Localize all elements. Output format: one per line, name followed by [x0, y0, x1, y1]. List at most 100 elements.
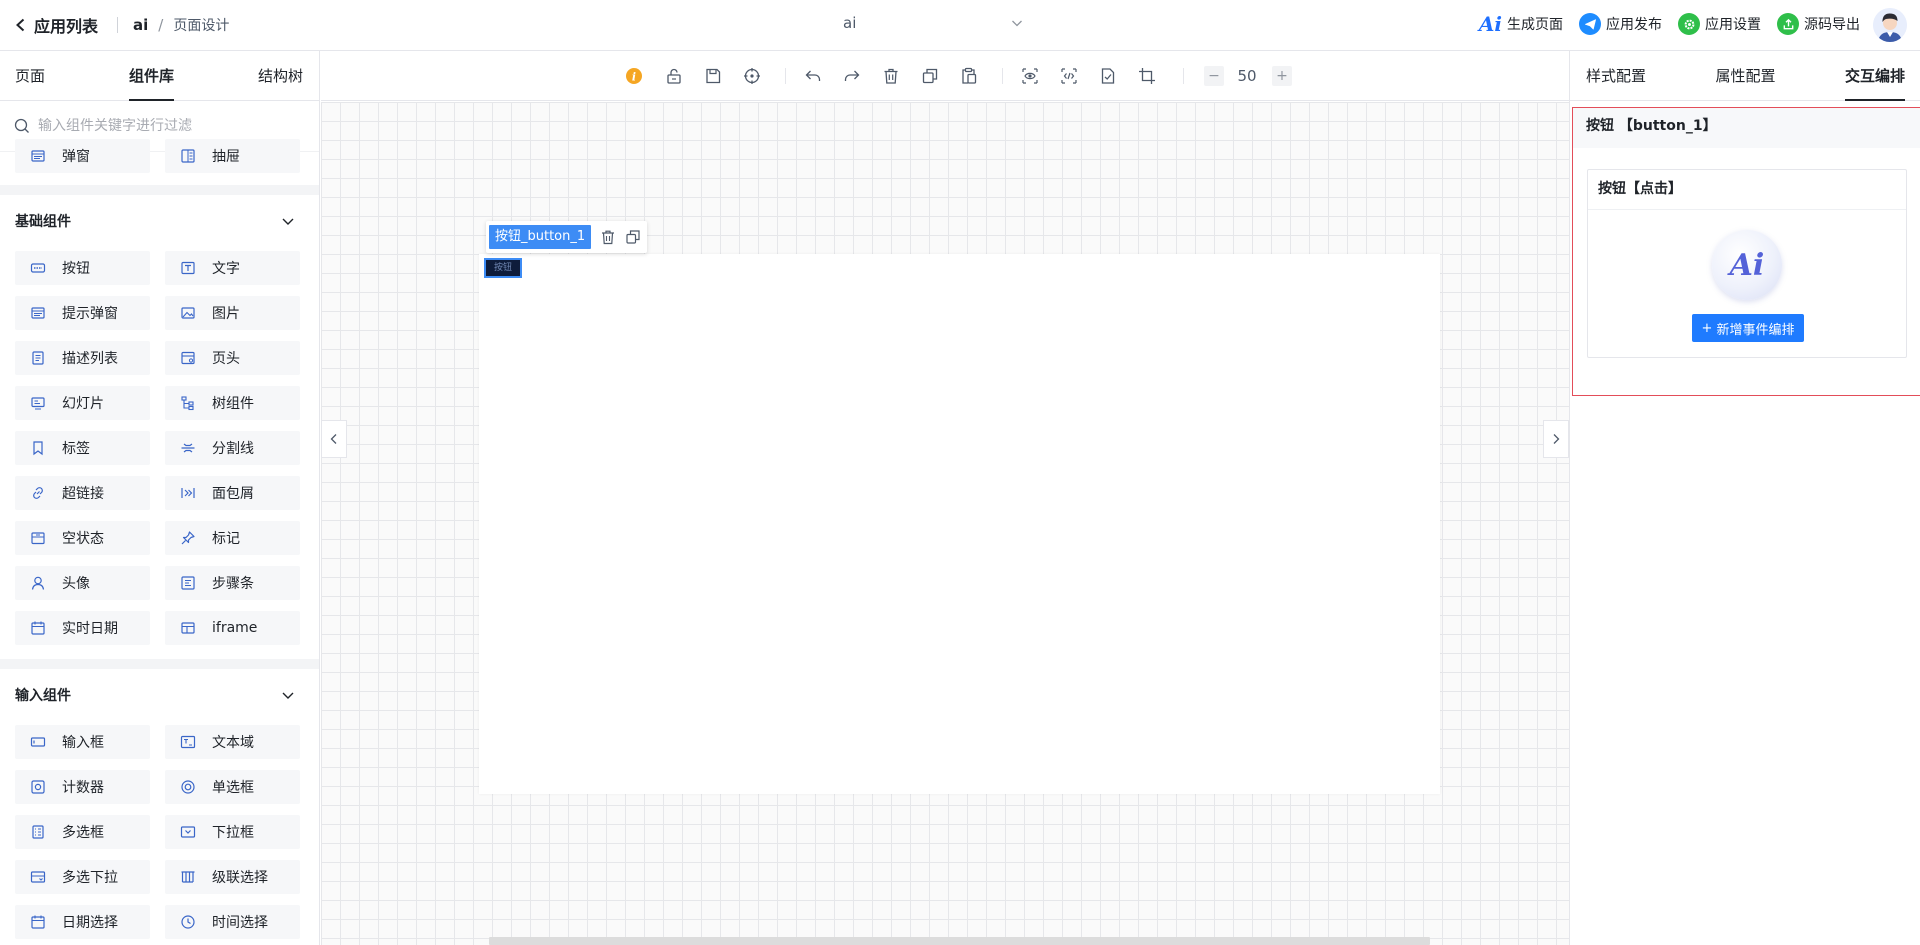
breadcrumb-app[interactable]: ai — [133, 16, 148, 34]
component-description-list[interactable]: 描述列表 — [15, 341, 150, 375]
radio-icon — [179, 778, 197, 796]
component-time-picker[interactable]: 时间选择 — [165, 905, 300, 939]
event-title: 按钮【点击】 — [1588, 170, 1906, 210]
delete-button[interactable] — [880, 65, 902, 87]
selected-component-label[interactable]: 按钮_button_1 — [489, 225, 592, 249]
artboard[interactable] — [479, 254, 1440, 794]
component-slides[interactable]: 幻灯片 — [15, 386, 150, 420]
tab-style-config[interactable]: 样式配置 — [1586, 51, 1646, 101]
publish-app-button[interactable]: 应用发布 — [1579, 13, 1662, 35]
component-label: 下拉框 — [212, 825, 254, 841]
editor-toolbar: i − 50 + — [321, 51, 1569, 101]
tab-interaction-orchestration[interactable]: 交互编排 — [1844, 51, 1905, 101]
component-checkbox[interactable]: 多选框 — [15, 815, 150, 849]
group-input-components[interactable]: 输入组件 — [0, 659, 319, 721]
component-counter[interactable]: 计数器 — [15, 770, 150, 804]
component-iframe[interactable]: iframe — [165, 611, 300, 645]
multi-select-icon — [29, 868, 47, 886]
component-steps[interactable]: 步骤条 — [165, 566, 300, 600]
button-icon — [29, 259, 47, 277]
tab-components[interactable]: 组件库 — [128, 51, 175, 101]
component-divider[interactable]: 分割线 — [165, 431, 300, 465]
publish-app-label: 应用发布 — [1606, 17, 1662, 33]
info-button[interactable]: i — [623, 65, 645, 87]
component-button[interactable]: 按钮 — [15, 251, 150, 285]
back-label: 应用列表 — [34, 17, 99, 36]
iframe-icon — [179, 619, 197, 637]
save-icon — [706, 68, 721, 84]
app-select-value: ai — [843, 14, 857, 32]
component-textarea[interactable]: 文本域 — [165, 725, 300, 759]
zoom-out-button[interactable]: − — [1204, 66, 1224, 86]
component-label: 单选框 — [212, 780, 254, 796]
target-button[interactable] — [741, 65, 763, 87]
preview-button[interactable] — [1019, 65, 1041, 87]
component-alert-modal[interactable]: 提示弹窗 — [15, 296, 150, 330]
component-realtime-date[interactable]: 实时日期 — [15, 611, 150, 645]
save-button[interactable] — [702, 65, 724, 87]
unlock-button[interactable] — [663, 65, 685, 87]
app-settings-button[interactable]: 应用设置 — [1678, 13, 1761, 35]
crop-button[interactable] — [1136, 65, 1158, 87]
eye-icon — [1022, 68, 1038, 84]
component-tree[interactable]: 树组件 — [165, 386, 300, 420]
drawer-icon — [179, 147, 197, 165]
textarea-icon — [179, 733, 197, 751]
tab-structure-tree[interactable]: 结构树 — [258, 51, 303, 101]
copy-button[interactable] — [919, 65, 941, 87]
component-select[interactable]: 下拉框 — [165, 815, 300, 849]
tab-pages[interactable]: 页面 — [15, 51, 45, 101]
component-multi-select[interactable]: 多选下拉 — [15, 860, 150, 894]
component-search-input[interactable] — [38, 118, 298, 134]
paste-button[interactable] — [958, 65, 980, 87]
trash-icon[interactable] — [600, 229, 616, 245]
user-avatar[interactable] — [1873, 8, 1907, 42]
design-canvas[interactable]: 按钮_button_1 按钮 — [321, 102, 1569, 945]
component-label: 多选框 — [62, 825, 104, 841]
text-icon — [179, 259, 197, 277]
add-event-orchestration-button[interactable]: + 新增事件编排 — [1692, 314, 1804, 342]
component-page-header[interactable]: 页头 — [165, 341, 300, 375]
app-select[interactable]: ai — [843, 14, 1023, 32]
description-list-icon — [29, 349, 47, 367]
component-breadcrumb[interactable]: 面包屑 — [165, 476, 300, 510]
component-pin[interactable]: 标记 — [165, 521, 300, 555]
selected-button-component[interactable]: 按钮 — [484, 258, 522, 278]
component-avatar[interactable]: 头像 — [15, 566, 150, 600]
component-modal[interactable]: 弹窗 — [15, 139, 150, 173]
component-cascader[interactable]: 级联选择 — [165, 860, 300, 894]
code-view-button[interactable] — [1058, 65, 1080, 87]
checkbox-icon — [29, 823, 47, 841]
top-items: 弹窗 抽屉 — [0, 139, 319, 173]
group-basic-components[interactable]: 基础组件 — [0, 185, 319, 247]
export-source-button[interactable]: 源码导出 — [1777, 13, 1860, 35]
component-tag[interactable]: 标签 — [15, 431, 150, 465]
component-date-picker[interactable]: 日期选择 — [15, 905, 150, 939]
component-link[interactable]: 超链接 — [15, 476, 150, 510]
left-tabs: 页面 组件库 结构树 — [0, 51, 319, 101]
check-button[interactable] — [1097, 65, 1119, 87]
redo-button[interactable] — [841, 65, 863, 87]
undo-button[interactable] — [802, 65, 824, 87]
back-to-app-list[interactable]: 应用列表 — [14, 13, 98, 37]
component-empty[interactable]: 空状态 — [15, 521, 150, 555]
collapse-left-button[interactable] — [321, 420, 347, 458]
ai-icon: Ai — [1478, 12, 1502, 36]
send-icon — [1579, 13, 1601, 35]
code-icon — [1061, 68, 1077, 84]
component-drawer[interactable]: 抽屉 — [165, 139, 300, 173]
component-text[interactable]: 文字 — [165, 251, 300, 285]
tab-property-config[interactable]: 属性配置 — [1715, 51, 1775, 101]
component-image[interactable]: 图片 — [165, 296, 300, 330]
component-radio[interactable]: 单选框 — [165, 770, 300, 804]
zoom-in-button[interactable]: + — [1272, 66, 1292, 86]
trash-icon — [884, 68, 898, 84]
generate-page-button[interactable]: Ai 生成页面 — [1479, 14, 1563, 34]
copy-icon[interactable] — [625, 229, 641, 245]
component-label: 超链接 — [62, 486, 104, 502]
horizontal-scrollbar[interactable] — [489, 937, 1430, 945]
component-label: 级联选择 — [212, 870, 268, 886]
avatar-icon — [29, 574, 47, 592]
collapse-right-button[interactable] — [1543, 420, 1569, 458]
component-input[interactable]: 输入框 — [15, 725, 150, 759]
